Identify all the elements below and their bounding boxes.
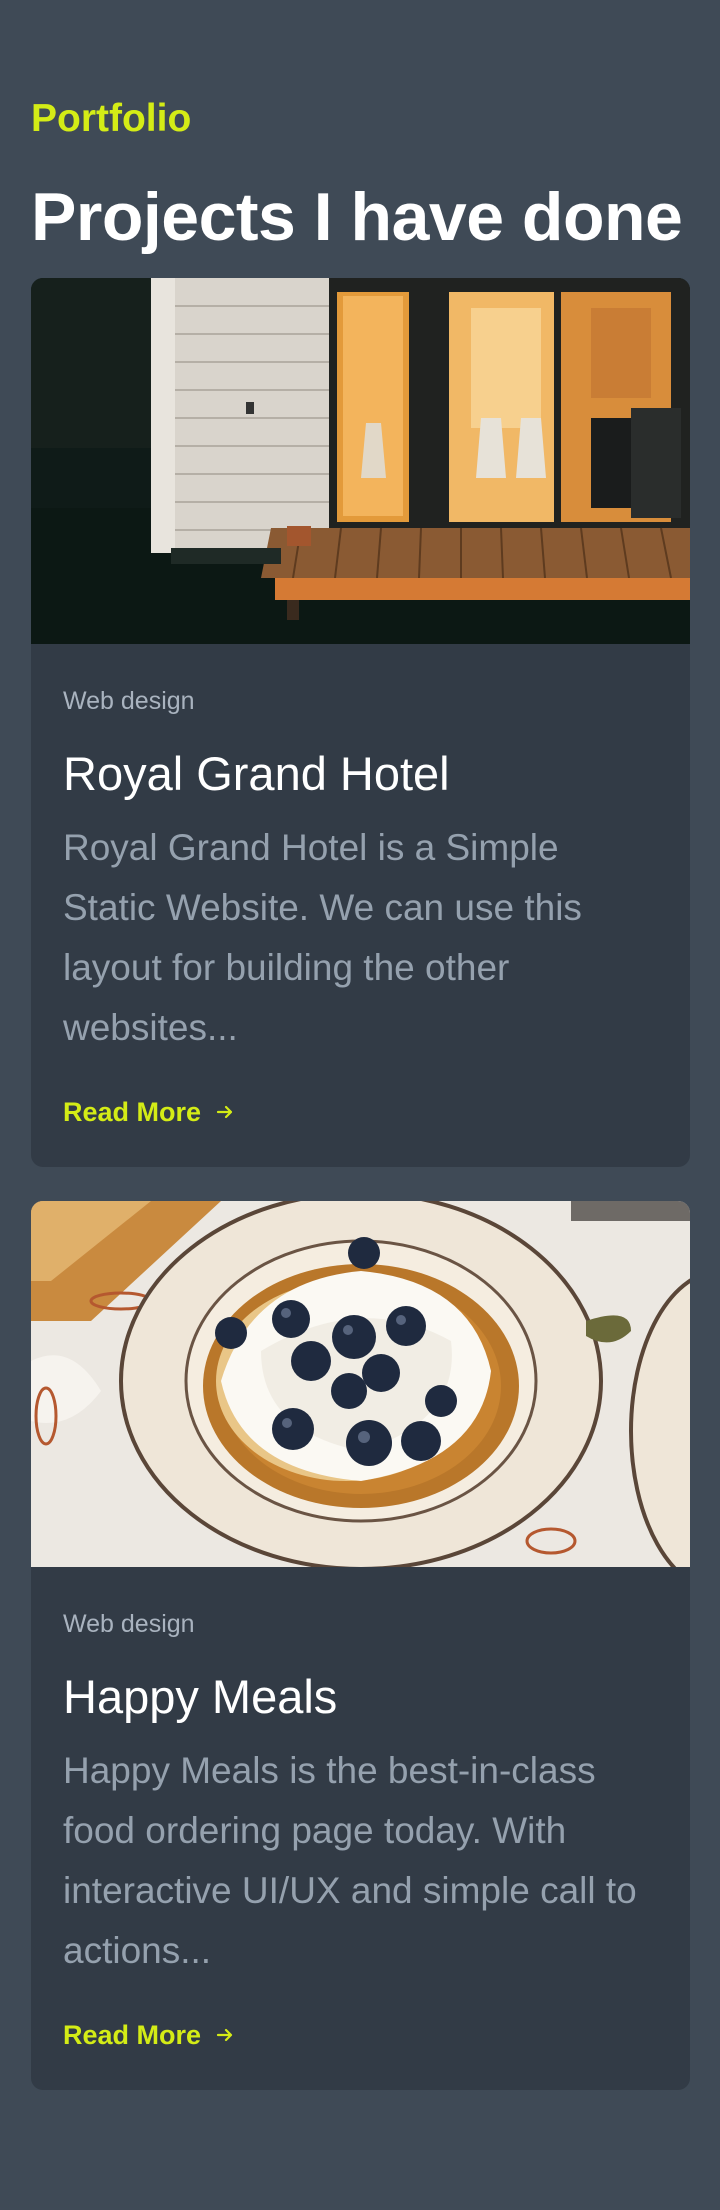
arrow-right-icon [216,1105,233,1119]
arrow-right-icon [216,2028,233,2042]
project-card: Web design Happy Meals Happy Meals is th… [31,1201,690,2090]
project-description: Happy Meals is the best-in-class food or… [63,1750,637,1971]
section-title: Projects I have done [31,179,683,255]
project-title: Happy Meals [63,1670,338,1723]
read-more-link[interactable]: Read More [63,1096,235,1128]
project-card: Web design Royal Grand Hotel Royal Grand… [31,278,690,1167]
project-image-hotel[interactable] [31,278,690,644]
read-more-link[interactable]: Read More [63,2019,235,2051]
section-eyebrow: Portfolio [31,97,192,140]
project-card-body: Web design Happy Meals Happy Meals is th… [31,1609,690,2051]
project-description: Royal Grand Hotel is a Simple Static Web… [63,827,582,1048]
read-more-label: Read More [63,1097,202,1127]
project-category: Web design [63,1610,195,1638]
project-title: Royal Grand Hotel [63,747,450,800]
portfolio-section: Portfolio Projects I have done Web desig… [0,0,720,2210]
project-category: Web design [63,687,195,715]
project-image-pancakes[interactable] [31,1201,690,1567]
project-card-body: Web design Royal Grand Hotel Royal Grand… [31,686,690,1128]
read-more-label: Read More [63,2020,202,2050]
